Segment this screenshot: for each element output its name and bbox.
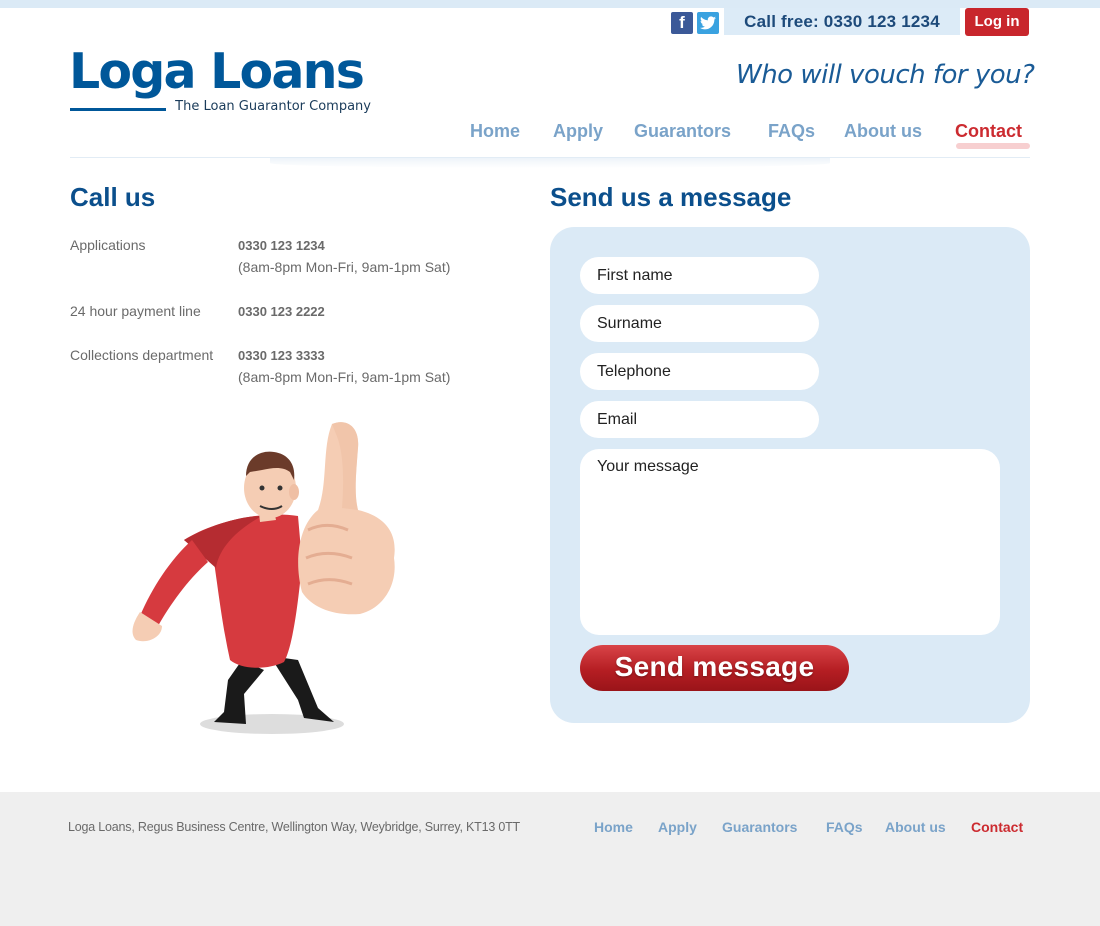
header-divider-shadow bbox=[270, 158, 830, 168]
top-accent-bar bbox=[0, 0, 1100, 8]
contact-hours-applications: (8am-8pm Mon-Fri, 9am-1pm Sat) bbox=[238, 259, 451, 275]
contact-hours-collections: (8am-8pm Mon-Fri, 9am-1pm Sat) bbox=[238, 369, 451, 385]
thumbs-up-mascot-illustration bbox=[132, 422, 395, 734]
contact-label-payment-line: 24 hour payment line bbox=[70, 303, 201, 319]
contact-number-applications[interactable]: 0330 123 1234 bbox=[238, 238, 325, 253]
footer-nav-faqs[interactable]: FAQs bbox=[826, 819, 863, 835]
email-input[interactable] bbox=[580, 401, 819, 438]
footer bbox=[0, 792, 1100, 926]
first-name-input[interactable] bbox=[580, 257, 819, 294]
nav-active-indicator bbox=[956, 143, 1030, 149]
nav-apply[interactable]: Apply bbox=[553, 121, 603, 143]
telephone-input[interactable] bbox=[580, 353, 819, 390]
call-us-heading: Call us bbox=[70, 182, 156, 212]
logo-title: Loga Loans bbox=[69, 43, 365, 100]
nav-about-us[interactable]: About us bbox=[844, 121, 922, 143]
logo-underline bbox=[70, 108, 166, 111]
send-message-heading: Send us a message bbox=[550, 182, 792, 212]
call-free-banner: Call free: 0330 123 1234 bbox=[724, 8, 960, 35]
nav-contact[interactable]: Contact bbox=[955, 121, 1022, 143]
twitter-bird-glyph bbox=[700, 16, 716, 30]
footer-nav-contact[interactable]: Contact bbox=[971, 819, 1023, 835]
footer-nav-guarantors[interactable]: Guarantors bbox=[722, 819, 797, 835]
footer-nav-home[interactable]: Home bbox=[594, 819, 633, 835]
contact-label-collections: Collections department bbox=[70, 347, 214, 363]
send-message-button[interactable]: Send message bbox=[580, 645, 849, 691]
footer-nav-about-us[interactable]: About us bbox=[885, 819, 946, 835]
nav-home[interactable]: Home bbox=[470, 121, 520, 143]
login-button[interactable]: Log in bbox=[965, 8, 1029, 36]
contact-number-payment-line[interactable]: 0330 123 2222 bbox=[238, 304, 325, 319]
logo-subtitle: The Loan Guarantor Company bbox=[175, 99, 371, 114]
facebook-glyph: f bbox=[679, 13, 685, 32]
surname-input[interactable] bbox=[580, 305, 819, 342]
nav-faqs[interactable]: FAQs bbox=[768, 121, 815, 143]
footer-address: Loga Loans, Regus Business Centre, Welli… bbox=[68, 820, 520, 834]
site-logo[interactable]: Loga Loans The Loan Guarantor Company bbox=[69, 43, 374, 118]
facebook-icon[interactable]: f bbox=[671, 12, 693, 34]
contact-number-collections[interactable]: 0330 123 3333 bbox=[238, 348, 325, 363]
message-textarea[interactable] bbox=[580, 449, 1000, 635]
footer-nav-apply[interactable]: Apply bbox=[658, 819, 697, 835]
twitter-icon[interactable] bbox=[697, 12, 719, 34]
contact-label-applications: Applications bbox=[70, 237, 146, 253]
nav-guarantors[interactable]: Guarantors bbox=[634, 121, 731, 143]
tagline: Who will vouch for you? bbox=[736, 60, 1035, 90]
